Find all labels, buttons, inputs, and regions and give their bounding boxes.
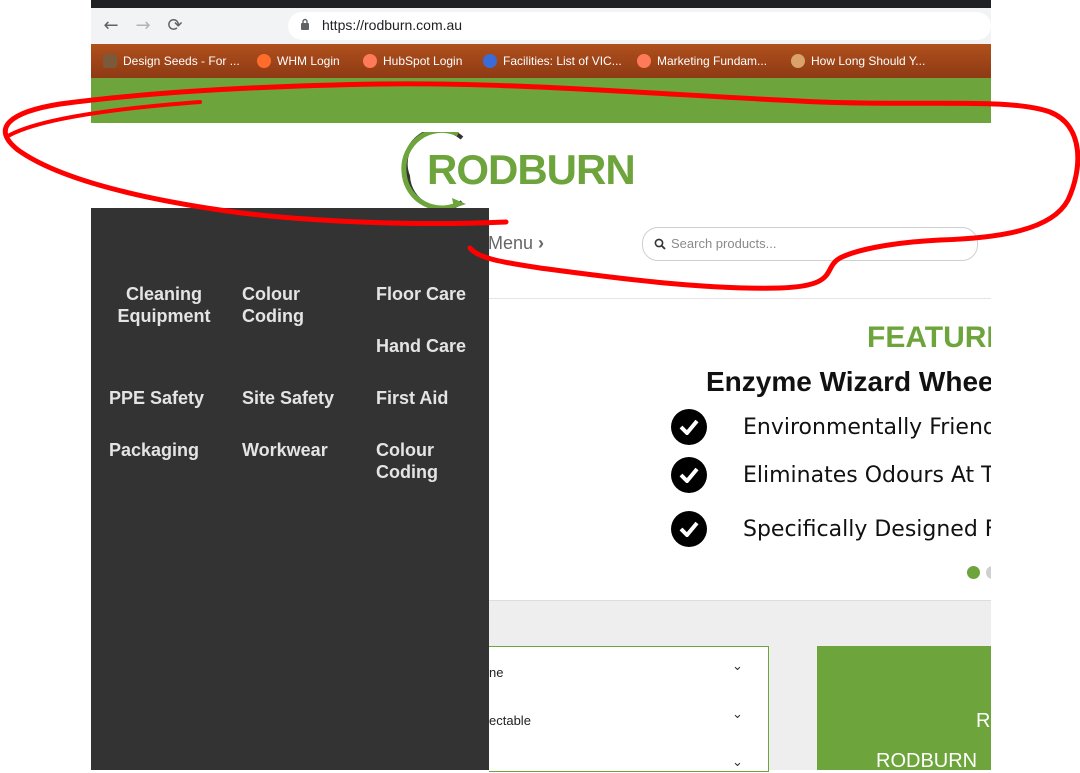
menu-toggle[interactable]: Menu › (488, 233, 544, 254)
browser-tab-strip (91, 0, 991, 8)
browser-toolbar: ← → ⟳ https://rodburn.com.au (91, 8, 991, 44)
reload-button[interactable]: ⟳ (162, 16, 188, 36)
bookmark-label: Facilities: List of VIC... (503, 54, 622, 68)
menu-item-workwear[interactable]: Workwear (242, 439, 328, 461)
feature-item: Eliminates Odours At Th (671, 457, 1009, 493)
bookmark-facilities[interactable]: Facilities: List of VIC... (483, 53, 622, 69)
chevron-down-icon[interactable]: ⌄ (732, 659, 743, 674)
check-circle-icon (671, 511, 707, 547)
bookmark-whm-login[interactable]: WHM Login (257, 53, 340, 69)
bookmark-marketing-fundamentals[interactable]: Marketing Fundam... (637, 53, 767, 69)
outer-margin-right (991, 0, 1080, 770)
outer-margin-left (0, 0, 91, 770)
chevron-down-icon[interactable]: ⌄ (732, 755, 743, 770)
menu-item-hand-care[interactable]: Hand Care (376, 335, 466, 357)
address-bar[interactable]: https://rodburn.com.au (288, 12, 991, 40)
menu-item-first-aid[interactable]: First Aid (376, 387, 448, 409)
chevron-down-icon[interactable]: ⌄ (732, 707, 743, 722)
bookmarks-bar: Design Seeds - For ... WHM Login HubSpot… (91, 44, 991, 78)
chevron-right-icon: › (538, 233, 545, 253)
cpanel-icon (257, 54, 271, 68)
top-green-bar (91, 78, 991, 123)
url-text: https://rodburn.com.au (322, 17, 463, 33)
menu-item-colour-coding[interactable]: Colour Coding (242, 283, 322, 327)
slider-dot-active[interactable] (967, 566, 980, 579)
mega-menu: Cleaning Equipment Colour Coding Floor C… (91, 208, 489, 770)
accordion-row-label[interactable]: ne (489, 665, 503, 680)
promo-box: R RODBURN (817, 646, 991, 772)
bookmark-label: HubSpot Login (383, 54, 463, 68)
menu-item-packaging[interactable]: Packaging (109, 439, 199, 461)
search-icon (654, 238, 666, 250)
bookmark-label: Design Seeds - For ... (123, 54, 240, 68)
feature-item: Specifically Designed Fo (671, 511, 1010, 547)
promo-text: R (976, 710, 991, 732)
avatar-icon (791, 54, 805, 68)
forward-button[interactable]: → (130, 16, 156, 36)
hubspot-icon (637, 54, 651, 68)
menu-item-ppe-safety[interactable]: PPE Safety (109, 387, 204, 409)
bookmark-label: How Long Should Y... (811, 54, 926, 68)
feature-text: Specifically Designed Fo (743, 516, 1011, 542)
divider (489, 298, 991, 299)
search-input[interactable]: Search products... (642, 227, 978, 261)
menu-item-cleaning-equipment[interactable]: Cleaning Equipment (109, 283, 219, 327)
logo-text: RODBURN (427, 146, 636, 193)
check-circle-icon (671, 409, 707, 445)
hubspot-icon (363, 54, 377, 68)
feature-text: Environmentally Friendl (743, 414, 1003, 440)
check-circle-icon (671, 457, 707, 493)
feature-item: Environmentally Friendl (671, 409, 1003, 445)
design-seeds-icon (103, 54, 117, 68)
bookmark-label: Marketing Fundam... (657, 54, 768, 68)
menu-label: Menu (488, 233, 534, 253)
facilities-icon (483, 54, 497, 68)
featured-product-title[interactable]: Enzyme Wizard Wheelie (706, 366, 1025, 398)
bookmark-design-seeds[interactable]: Design Seeds - For ... (103, 53, 240, 69)
bookmark-how-long[interactable]: How Long Should Y... (791, 53, 925, 69)
back-button[interactable]: ← (98, 16, 124, 36)
feature-text: Eliminates Odours At Th (743, 462, 1009, 488)
filter-accordion: ne ⌄ ectable ⌄ ⌄ (489, 646, 769, 772)
search-placeholder: Search products... (671, 236, 777, 251)
bookmark-label: WHM Login (277, 54, 340, 68)
lock-icon (301, 18, 309, 30)
menu-item-colour-coding-2[interactable]: Colour Coding (376, 439, 456, 483)
menu-item-site-safety[interactable]: Site Safety (242, 387, 334, 409)
accordion-row-label[interactable]: ectable (489, 713, 531, 728)
bookmark-hubspot-login[interactable]: HubSpot Login (363, 53, 462, 69)
menu-item-floor-care[interactable]: Floor Care (376, 283, 466, 305)
